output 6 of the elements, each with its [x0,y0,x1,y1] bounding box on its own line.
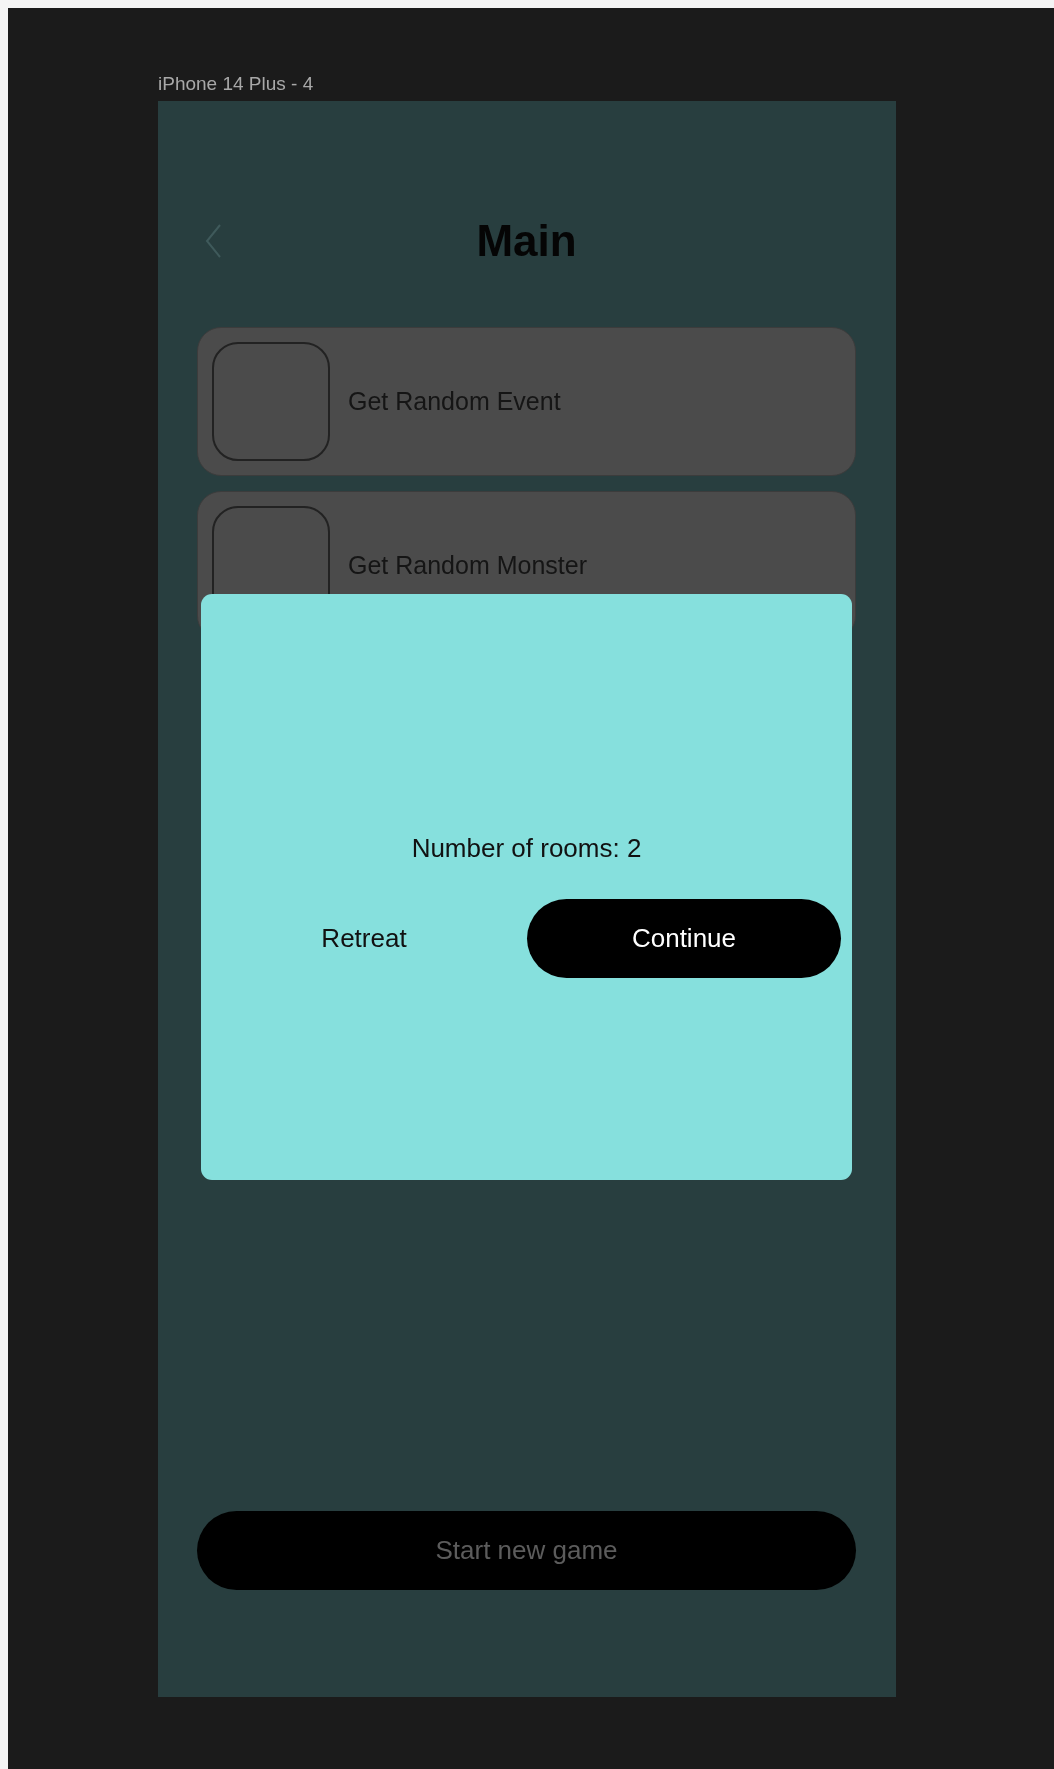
frame-label: iPhone 14 Plus - 4 [158,74,314,94]
dialog-message: Number of rooms: 2 [411,832,642,864]
retreat-button[interactable]: Retreat [313,919,415,958]
back-icon[interactable] [204,223,222,259]
continue-button[interactable]: Continue [527,899,841,978]
screen-title: Main [476,216,577,266]
